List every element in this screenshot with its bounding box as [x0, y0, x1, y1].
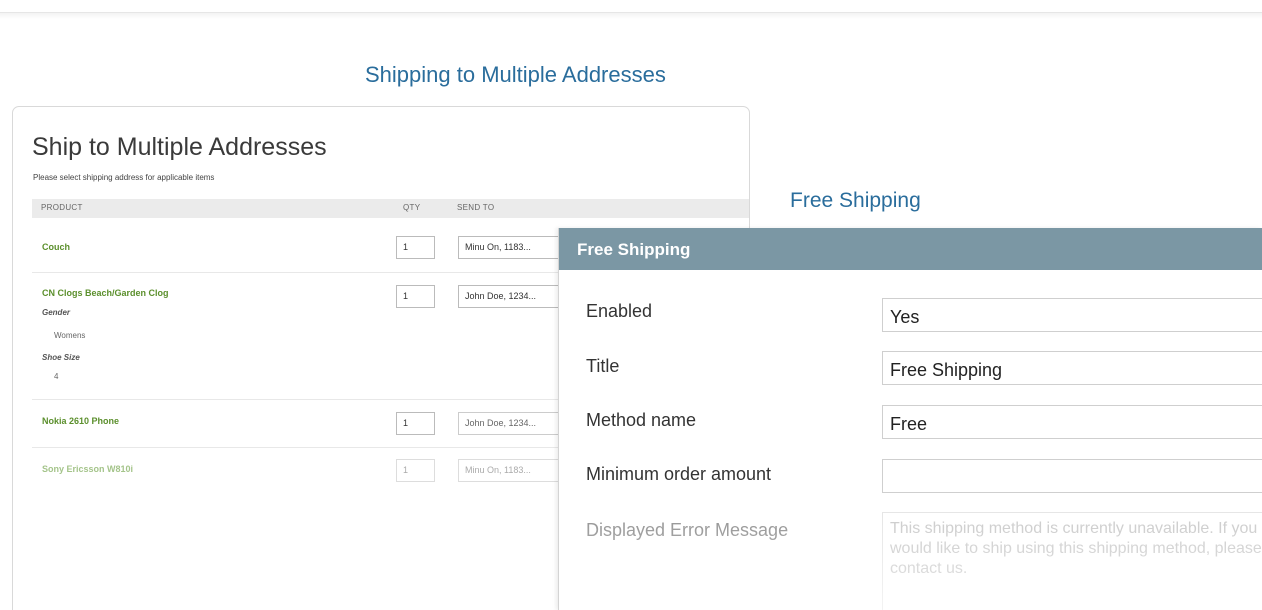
send-to-select[interactable]: John Doe, 1234...: [458, 285, 568, 308]
method-name-label: Method name: [586, 410, 697, 430]
config-section-header[interactable]: Free Shipping: [559, 228, 1262, 270]
title-input[interactable]: Free Shipping: [882, 351, 1262, 385]
config-section-title: Free Shipping: [577, 240, 691, 259]
minimum-order-amount-label: Minimum order amount: [586, 464, 772, 484]
product-link[interactable]: CN Clogs Beach/Garden Clog: [42, 288, 169, 298]
free-shipping-config-panel: Free Shipping Enabled Yes Title Free Shi…: [558, 228, 1262, 610]
enabled-label: Enabled: [586, 301, 653, 321]
column-product: PRODUCT: [41, 203, 83, 212]
free-shipping-heading: Free Shipping: [790, 189, 921, 212]
option-label: Gender: [42, 308, 71, 317]
panel-title: Ship to Multiple Addresses: [32, 133, 327, 161]
column-qty: QTY: [403, 203, 421, 212]
qty-input[interactable]: 1: [396, 236, 435, 259]
method-name-input[interactable]: Free: [882, 405, 1262, 439]
option-value: 4: [54, 372, 59, 381]
qty-input[interactable]: 1: [396, 459, 435, 482]
enabled-select[interactable]: Yes: [882, 298, 1262, 332]
column-send-to: SEND TO: [457, 203, 495, 212]
error-message-textarea[interactable]: This shipping method is currently unavai…: [882, 512, 1262, 610]
product-link[interactable]: Sony Ericsson W810i: [42, 464, 133, 474]
qty-input[interactable]: 1: [396, 285, 435, 308]
send-to-select[interactable]: Minu On, 1183...: [458, 459, 568, 482]
send-to-select[interactable]: Minu On, 1183...: [458, 236, 568, 259]
top-divider-shadow: [0, 13, 1262, 19]
qty-input[interactable]: 1: [396, 412, 435, 435]
product-link[interactable]: Couch: [42, 242, 70, 252]
option-value: Womens: [54, 331, 86, 340]
table-header: PRODUCT QTY SEND TO: [32, 199, 749, 218]
multi-address-heading: Shipping to Multiple Addresses: [365, 62, 666, 87]
title-label: Title: [586, 356, 620, 376]
product-link[interactable]: Nokia 2610 Phone: [42, 416, 119, 426]
minimum-order-amount-input[interactable]: [882, 459, 1262, 493]
send-to-select[interactable]: John Doe, 1234...: [458, 412, 568, 435]
panel-subtitle: Please select shipping address for appli…: [33, 173, 215, 182]
option-label: Shoe Size: [42, 353, 80, 362]
error-message-label: Displayed Error Message: [586, 520, 789, 540]
